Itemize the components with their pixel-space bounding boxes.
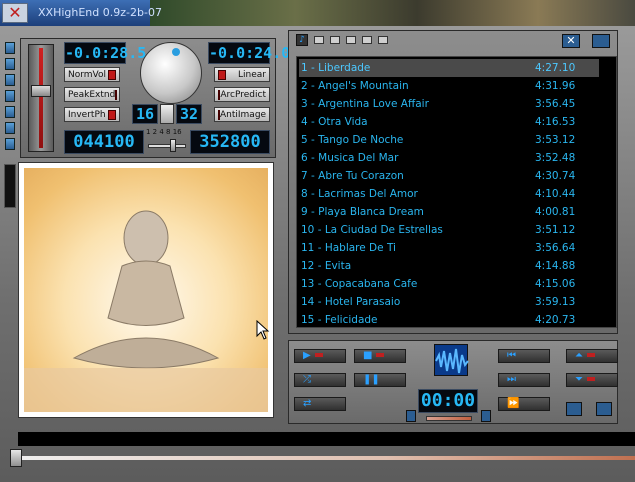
clear-playlist-icon[interactable]: ✕ xyxy=(562,34,580,48)
linear-button[interactable]: Linear xyxy=(214,67,270,82)
input-rate-display: 044100 xyxy=(64,130,144,154)
peakextnd-label: PeakExtnd xyxy=(68,89,116,100)
volume-track xyxy=(39,48,43,148)
play-button[interactable]: ▶ xyxy=(294,349,346,363)
table-row[interactable]: 4 - Otra Vida 4:16.53 xyxy=(299,113,599,131)
normvol-label: NormVol xyxy=(68,69,107,80)
music-note-icon[interactable]: ♪ xyxy=(296,34,308,46)
volume-slider-handle[interactable] xyxy=(31,85,51,97)
buddha-image-icon xyxy=(24,210,268,412)
side-button-6[interactable] xyxy=(5,122,15,134)
window-toggle-icon[interactable] xyxy=(592,34,610,48)
invertph-led-icon xyxy=(108,109,116,120)
next-track-button[interactable]: ⏭ xyxy=(498,373,550,387)
invertph-button[interactable]: InvertPh xyxy=(64,107,120,122)
minimize-panel-icon[interactable] xyxy=(596,402,612,416)
waveform-icon[interactable] xyxy=(434,344,469,376)
peakextnd-led-icon xyxy=(115,89,118,100)
app-logo-icon[interactable]: ✕ xyxy=(2,3,28,23)
side-button-7[interactable] xyxy=(5,138,15,150)
table-row[interactable]: 8 - Lacrimas Del Amor 4:10.44 xyxy=(299,185,599,203)
table-row[interactable]: 15 - Felicidade 4:20.73 xyxy=(299,311,599,329)
table-row[interactable]: 3 - Argentina Love Affair 3:56.45 xyxy=(299,95,599,113)
side-button-5[interactable] xyxy=(5,106,15,118)
table-row[interactable]: 1 - Liberdade 4:27.10 xyxy=(299,59,599,77)
side-button-3[interactable] xyxy=(5,74,15,86)
album-art xyxy=(24,168,268,412)
table-row[interactable]: 2 - Angel's Mountain 4:31.96 xyxy=(299,77,599,95)
mouse-cursor-icon xyxy=(256,320,270,340)
pause-button[interactable]: ❚❚ xyxy=(354,373,406,387)
toolbar-toggle-4[interactable] xyxy=(362,36,372,44)
toolbar-toggle-3[interactable] xyxy=(346,36,356,44)
antiimage-button[interactable]: AntiImage xyxy=(214,107,270,122)
multiplier-scale: 1 2 4 8 16 xyxy=(146,128,182,136)
side-button-1[interactable] xyxy=(5,42,15,54)
knob-indicator-icon xyxy=(172,48,180,56)
normvol-led-icon xyxy=(108,69,116,80)
bit-depth-switch[interactable] xyxy=(160,104,174,124)
time-mode-right-icon[interactable] xyxy=(481,410,491,422)
linear-led-icon xyxy=(218,69,226,80)
elapsed-time-display: 00:00 xyxy=(418,389,478,413)
repeat-button[interactable]: ⇄ xyxy=(294,397,346,411)
toolbar-toggle-2[interactable] xyxy=(330,36,340,44)
bit-depth-display: 16 xyxy=(132,104,158,124)
seek-slider-handle[interactable] xyxy=(10,449,22,467)
table-row[interactable]: 6 - Musica Del Mar 3:52.48 xyxy=(299,149,599,167)
window-title: XXHighEnd 0.9z-2b-07 xyxy=(38,6,162,19)
multiplier-slider-handle[interactable] xyxy=(170,139,176,152)
attenuation-display-left: -0.0:28.5 xyxy=(64,42,147,64)
table-row[interactable]: 10 - La Ciudad De Estrellas 3:51.12 xyxy=(299,221,599,239)
table-row[interactable]: 5 - Tango De Noche 3:53.12 xyxy=(299,131,599,149)
side-button-4[interactable] xyxy=(5,90,15,102)
position-indicator xyxy=(426,416,472,421)
shuffle-button[interactable]: ⤮ xyxy=(294,373,346,387)
toolbar-toggle-5[interactable] xyxy=(378,36,388,44)
move-up-button[interactable]: ⏶ xyxy=(566,349,618,363)
move-down-button[interactable]: ⏷ xyxy=(566,373,618,387)
antiimage-label: AntiImage xyxy=(220,109,267,120)
status-bar xyxy=(18,432,635,446)
background-strip xyxy=(150,0,635,26)
arcpredict-button[interactable]: ArcPredict xyxy=(214,87,270,102)
table-row[interactable]: 11 - Hablare De Ti 3:56.64 xyxy=(299,239,599,257)
fast-forward-button[interactable]: ⏩ xyxy=(498,397,550,411)
table-row[interactable]: 12 - Evita 4:14.88 xyxy=(299,257,599,275)
volume-knob[interactable] xyxy=(140,42,202,104)
bit-depth-display-2: 32 xyxy=(176,104,202,124)
table-row[interactable]: 9 - Playa Blanca Dream 4:00.81 xyxy=(299,203,599,221)
table-row[interactable]: 14 - Hotel Parasaio 3:59.13 xyxy=(299,293,599,311)
side-scroll-handle[interactable] xyxy=(4,164,16,208)
attenuation-display-right: -0.0:24.0 xyxy=(208,42,291,64)
multiplier-slider[interactable] xyxy=(148,144,186,148)
playlist[interactable]: 1 - Liberdade 4:27.10 2 - Angel's Mountai… xyxy=(296,56,617,328)
seek-track[interactable] xyxy=(10,456,635,460)
output-rate-display: 352800 xyxy=(190,130,270,154)
arcpredict-label: ArcPredict xyxy=(220,89,266,100)
normvol-button[interactable]: NormVol xyxy=(64,67,120,82)
linear-label: Linear xyxy=(238,69,266,80)
peakextnd-button[interactable]: PeakExtnd xyxy=(64,87,120,102)
time-mode-left-icon[interactable] xyxy=(406,410,416,422)
previous-track-button[interactable]: ⏮ xyxy=(498,349,550,363)
invertph-label: InvertPh xyxy=(68,109,106,120)
table-row[interactable]: 7 - Abre Tu Corazon 4:30.74 xyxy=(299,167,599,185)
table-row[interactable]: 13 - Copacabana Cafe 4:15.06 xyxy=(299,275,599,293)
settings-icon[interactable] xyxy=(566,402,582,416)
stop-button[interactable]: ■ xyxy=(354,349,406,363)
side-button-2[interactable] xyxy=(5,58,15,70)
toolbar-toggle-1[interactable] xyxy=(314,36,324,44)
